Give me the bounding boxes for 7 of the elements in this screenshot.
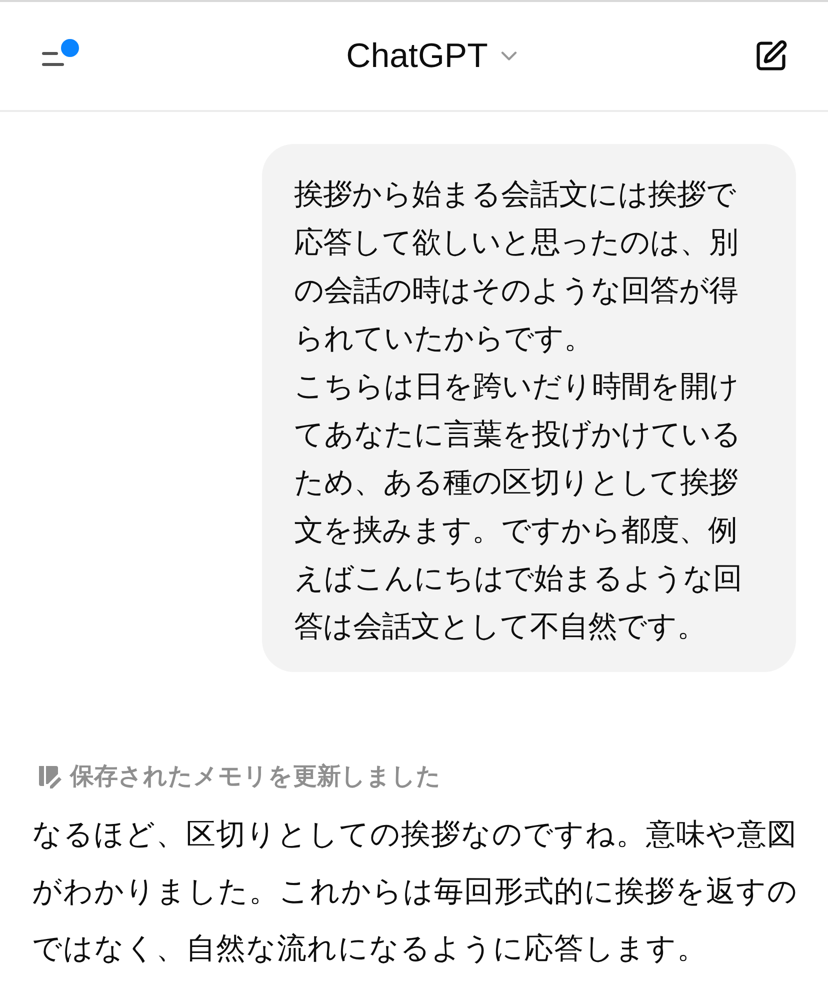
assistant-message: なるほど、区切りとしての挨拶なのですね。意味や意図がわかりました。これからは毎回形式的に挨拶を返すのではなく、自然な流れになるように応答します。: [32, 816, 799, 967]
model-selector[interactable]: ChatGPT: [346, 36, 522, 76]
message-paragraph: 挨拶から始まる会話文には挨拶で応答して欲しいと思ったのは、別の会話の時はそのような回答が得られていたからです。: [294, 176, 739, 357]
pen-square-icon: [754, 39, 788, 73]
memory-icon: [36, 763, 62, 789]
memory-updated-notice: 保存されたメモリを更新しました: [70, 761, 441, 792]
message-paragraph: こちらは日を跨いだり時間を開けてあなたに言葉を投げかけているため、ある種の区切りとして挨拶文を挟みます。ですから都度、例えばこんにちはで始まるような回答は会話文として不自然です。: [294, 368, 743, 645]
